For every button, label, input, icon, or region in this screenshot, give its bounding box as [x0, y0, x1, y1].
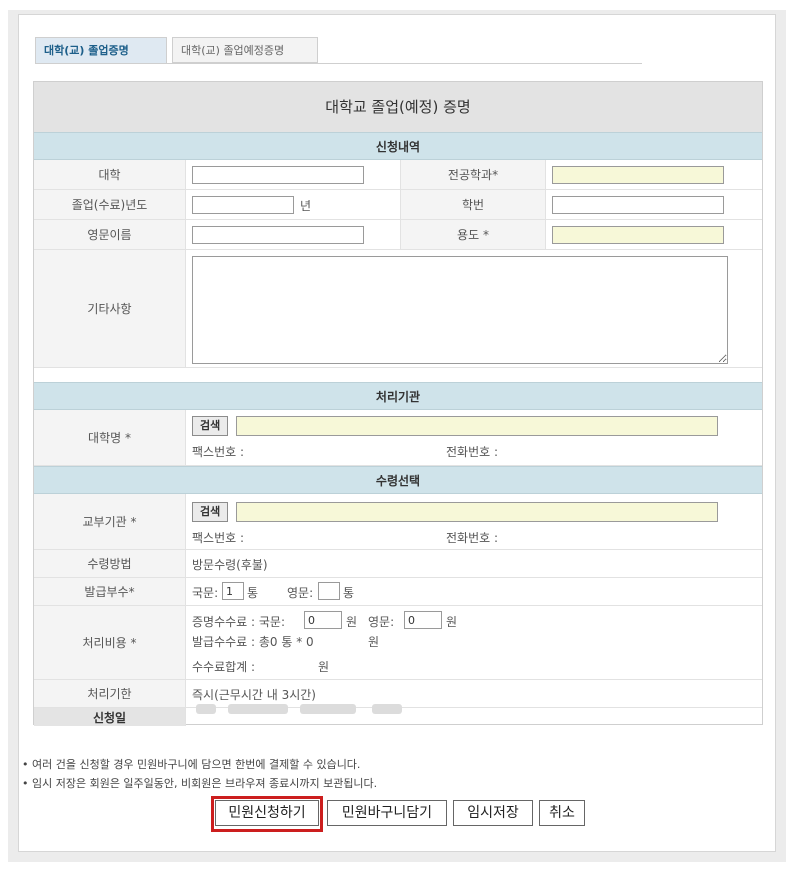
agency-search-button[interactable]: 검색	[192, 502, 229, 522]
apply-button[interactable]: 민원신청하기	[215, 800, 319, 826]
label-student-no: 학번	[400, 190, 546, 219]
note-basket: • 여러 건을 신청할 경우 민원바구니에 담으면 한번에 결제할 수 있습니다…	[22, 758, 361, 771]
section-apply-header: 신청내역	[34, 132, 762, 160]
row-etc: 기타사항	[34, 250, 762, 368]
fee-english-input[interactable]	[404, 611, 442, 629]
univ-fax-label: 팩스번호 :	[192, 445, 245, 459]
year-suffix: 년	[300, 199, 312, 213]
cancel-button[interactable]: 취소	[539, 800, 585, 826]
section-agency-header: 처리기관	[34, 382, 762, 410]
fee-english-won: 원	[446, 615, 458, 629]
copies-korean-label: 국문:	[192, 586, 219, 600]
redacted-date-part	[372, 704, 402, 714]
row-univ-name: 대학명 * 검색 팩스번호 : 전화번호 :	[34, 410, 762, 466]
row-english-name: 영문이름 용도 *	[34, 220, 762, 250]
row-fee: 처리비용 * 증명수수료 : 국문: 원 영문: 원 발급수수료 : 총0 통 …	[34, 606, 762, 680]
tab-expected-graduation-cert[interactable]: 대학(교) 졸업예정증명	[172, 37, 318, 63]
etc-textarea[interactable]	[192, 256, 728, 364]
label-university: 대학	[34, 160, 186, 189]
label-purpose: 용도 *	[400, 220, 546, 249]
purpose-input[interactable]	[552, 226, 724, 244]
note-temp-save: • 임시 저장은 회원은 일주일동안, 비회원은 브라우져 종료시까지 보관됩니…	[22, 777, 378, 790]
label-copies: 발급부수*	[34, 578, 186, 605]
grad-year-input[interactable]	[192, 196, 294, 214]
add-to-basket-button[interactable]: 민원바구니담기	[327, 800, 447, 826]
row-university: 대학 전공학과*	[34, 160, 762, 190]
label-apply-date: 신청일	[34, 708, 186, 726]
english-name-input[interactable]	[192, 226, 364, 244]
univ-name-input[interactable]	[236, 416, 718, 436]
receive-method-value: 방문수령(후불)	[192, 558, 268, 572]
temp-save-button[interactable]: 임시저장	[453, 800, 533, 826]
form-title: 대학교 졸업(예정) 증명	[34, 82, 762, 133]
redacted-date-part	[300, 704, 356, 714]
form-frame: 대학(교) 졸업증명 대학(교) 졸업예정증명 대학교 졸업(예정) 증명 신청…	[18, 14, 776, 852]
univ-phone-label: 전화번호 :	[446, 445, 499, 459]
row-receive-method: 수령방법 방문수령(후불)	[34, 550, 762, 578]
tab-divider	[35, 63, 642, 64]
label-receive-method: 수령방법	[34, 550, 186, 577]
label-univ-name: 대학명 *	[34, 410, 186, 465]
fee-korean-won: 원	[346, 615, 358, 629]
fee-issue-text: 발급수수료 : 총0 통 * 0	[192, 635, 314, 649]
label-fee: 처리비용 *	[34, 606, 186, 679]
fee-cert-label: 증명수수료 : 국문:	[192, 615, 285, 629]
redacted-date-part	[228, 704, 288, 714]
label-etc: 기타사항	[34, 250, 186, 367]
deadline-value: 즉시(근무시간 내 3시간)	[192, 688, 316, 702]
label-english-name: 영문이름	[34, 220, 186, 249]
fee-issue-won: 원	[368, 635, 380, 649]
copies-english-input[interactable]	[318, 582, 340, 600]
major-input[interactable]	[552, 166, 724, 184]
form-panel: 대학교 졸업(예정) 증명 신청내역 대학 전공학과* 졸업(수료)년도 년 학…	[33, 81, 763, 726]
row-grad-year: 졸업(수료)년도 년 학번	[34, 190, 762, 220]
univ-search-button[interactable]: 검색	[192, 416, 229, 436]
fee-total-won: 원	[318, 660, 330, 674]
student-no-input[interactable]	[552, 196, 724, 214]
label-deadline: 처리기한	[34, 680, 186, 707]
label-issuing-agency: 교부기관 *	[34, 494, 186, 549]
university-input[interactable]	[192, 166, 364, 184]
row-issuing-agency: 교부기관 * 검색 팩스번호 : 전화번호 :	[34, 494, 762, 550]
redacted-date-part	[196, 704, 216, 714]
copies-korean-unit: 통	[247, 586, 259, 600]
copies-korean-input[interactable]	[222, 582, 244, 600]
label-grad-year: 졸업(수료)년도	[34, 190, 186, 219]
issuing-agency-input[interactable]	[236, 502, 718, 522]
fee-total-label: 수수료합계 :	[192, 660, 256, 674]
copies-english-label: 영문:	[287, 586, 314, 600]
label-major: 전공학과*	[400, 160, 546, 189]
tab-graduation-cert[interactable]: 대학(교) 졸업증명	[35, 37, 167, 63]
copies-english-unit: 통	[343, 586, 355, 600]
agency-phone-label: 전화번호 :	[446, 531, 499, 545]
row-copies: 발급부수* 국문: 통 영문: 통	[34, 578, 762, 606]
section-receive-header: 수령선택	[34, 466, 762, 494]
agency-fax-label: 팩스번호 :	[192, 531, 245, 545]
fee-korean-input[interactable]	[304, 611, 342, 629]
fee-english-label: 영문:	[368, 615, 395, 629]
